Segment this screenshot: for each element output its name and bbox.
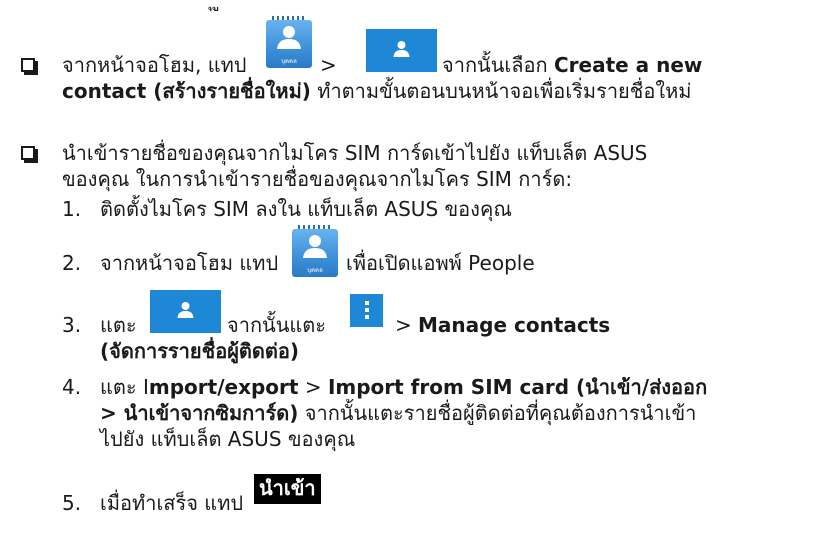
bullet1-line2-plain: ทำตามขั้นตอนบนหน้าจอเพื่อเริ่มรายชื่อใหม…: [317, 79, 692, 103]
step4-line2: > นำเข้าจากซิมการ์ด) จากนั้นแตะรายชื่อผู…: [100, 400, 696, 426]
step2-post: เพื่อเปิดแอพพ์ People: [346, 251, 535, 275]
bullet1-post-plain: จากนั้นเลือก: [442, 53, 548, 77]
people-icon-caption: บุคคล: [307, 267, 323, 274]
bullet1-line2: contact (สร้างรายชื่อใหม่) ทำตามขั้นตอนบ…: [62, 78, 691, 104]
bullet1-gt: >: [320, 53, 337, 77]
create-new-contact-label: Create a new: [553, 53, 703, 77]
import-export-label: mport/export: [148, 375, 299, 399]
step4-pre: แตะ I: [100, 375, 149, 399]
step3-mid: จากนั้นแตะ: [227, 313, 327, 337]
step3-pre: แตะ: [100, 313, 137, 337]
overflow-menu-icon: [350, 294, 383, 327]
bullet1-line1-post: จากนั้นเลือก Create a new: [442, 52, 702, 78]
bullet1-line1-pre: จากหน้าจอโฮม, แทป: [62, 53, 247, 77]
step4-line2-plain: จากนั้นแตะรายชื่อผู้ติดต่อที่คุณต้องการน…: [304, 401, 697, 425]
people-app-icon: บุคคล: [292, 225, 338, 277]
step4-gt: >: [304, 375, 322, 399]
step5-pre: เมื่อทำเสร็จ แทป: [100, 491, 244, 515]
checkbox-bullet-icon: [21, 58, 38, 75]
step3-number: 3.: [62, 313, 82, 337]
step4-line3: ไปยัง แท็บเล็ต ASUS ของคุณ: [100, 427, 356, 451]
create-new-contact-thai: contact (สร้างรายชื่อใหม่): [62, 79, 311, 103]
step3-gt: >: [395, 313, 412, 337]
step1-text: ติดตั้งไมโคร SIM ลงใน แท็บเล็ต ASUS ของค…: [100, 197, 512, 221]
step2-pre: จากหน้าจอโฮม แทป: [100, 251, 279, 275]
manage-contacts-thai: (จัดการรายชื่อผู้ติดต่อ): [100, 339, 300, 363]
person-icon: [150, 290, 221, 333]
people-icon-caption: บุคคล: [281, 58, 297, 65]
checkbox-bullet-icon: [21, 146, 38, 163]
step4-number: 4.: [62, 375, 82, 399]
import-button: นำเข้า: [254, 474, 321, 504]
step1-number: 1.: [62, 197, 82, 221]
step2-number: 2.: [62, 251, 82, 275]
step4-line1: แตะ Import/export > Import from SIM card…: [100, 374, 707, 400]
people-app-icon: บุคคล: [266, 16, 312, 68]
step5-number: 5.: [62, 491, 82, 515]
import-from-sim-thai: > นำเข้าจากซิมการ์ด): [100, 401, 299, 425]
manage-contacts-bold: Manage contacts: [418, 313, 611, 337]
bullet2-line1: นำเข้ารายชื่อของคุณจากไมโคร SIM การ์ดเข้…: [62, 141, 648, 165]
cutoff-text-fragment: ุ ู: [213, 0, 220, 12]
manage-contacts-label: Manage contacts: [418, 312, 610, 338]
bullet2-line2: ของคุณ ในการนำเข้ารายชื่อของคุณจากไมโคร …: [62, 167, 573, 191]
import-from-sim-label: Import from SIM card (นำเข้า/ส่งออก: [327, 375, 708, 399]
step3-line2: (จัดการรายชื่อผู้ติดต่อ): [100, 338, 299, 364]
person-icon: [366, 29, 437, 72]
